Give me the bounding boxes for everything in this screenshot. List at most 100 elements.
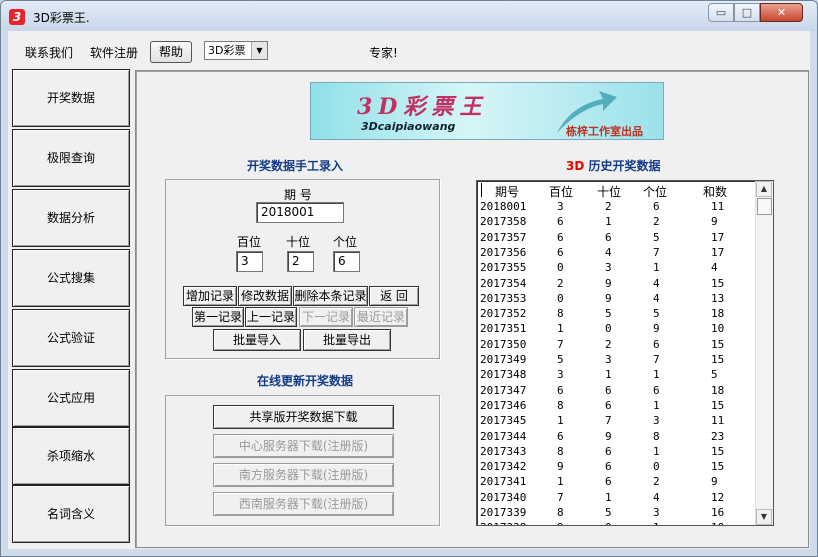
row-hundreds: 6 [557,245,564,259]
scroll-down-icon[interactable]: ▼ [756,509,772,525]
row-sum: 17 [711,245,725,259]
maximize-button[interactable]: □ [734,3,760,22]
table-row[interactable]: 2017356 6 4 7 17 [477,246,757,261]
table-row[interactable]: 2017348 3 1 1 5 [477,368,757,383]
text-caret [481,183,482,197]
hundreds-field[interactable]: 3 [236,251,263,272]
nav-formula-apply[interactable]: 公式应用 [12,369,130,427]
row-sum: 15 [711,398,725,412]
period-field[interactable]: 2018001 [256,202,344,223]
row-period: 2017355 [480,261,527,275]
row-hundreds: 8 [557,444,564,458]
minimize-icon: ▭ [715,6,727,19]
table-row[interactable]: 2017343 8 6 1 15 [477,445,757,460]
scroll-thumb[interactable] [757,198,772,215]
nav-filter-shrink[interactable]: 杀项缩水 [12,427,130,485]
southwest-server-download-button[interactable]: 西南服务器下载(注册版) [213,492,394,516]
nav-data-analysis[interactable]: 数据分析 [12,189,130,247]
row-period: 2017356 [480,245,527,259]
row-units: 2 [653,215,660,229]
row-units: 7 [653,245,660,259]
first-record-button[interactable]: 第一记录 [192,307,244,327]
row-hundreds: 1 [557,475,564,489]
prev-record-button[interactable]: 上一记录 [245,307,297,327]
history-title-suffix: 历史开奖数据 [588,159,661,173]
maximize-icon: □ [741,6,753,19]
row-sum: 18 [711,307,725,321]
delete-record-button[interactable]: 删除本条记录 [293,286,368,306]
row-hundreds: 5 [557,353,564,366]
table-row[interactable]: 2017344 6 9 8 23 [477,430,757,445]
add-record-button[interactable]: 增加记录 [183,286,237,306]
batch-import-button[interactable]: 批量导入 [213,329,301,351]
row-hundreds: 6 [557,230,564,244]
row-tens: 0 [605,322,612,336]
table-row[interactable]: 2017339 8 5 3 16 [477,506,757,521]
row-tens: 1 [605,490,612,504]
table-row[interactable]: 2017345 1 7 3 11 [477,414,757,429]
table-row[interactable]: 2017351 1 0 9 10 [477,322,757,337]
table-row[interactable]: 2018001 3 2 6 11 [477,200,757,215]
history-title-prefix: 3D [566,159,585,173]
row-period: 2017353 [480,291,527,305]
table-row[interactable]: 2017338 9 0 1 10 [477,521,757,525]
menu-software-register[interactable]: 软件注册 [90,44,138,61]
modify-data-button[interactable]: 修改数据 [238,286,292,306]
row-tens: 7 [605,414,612,428]
batch-export-button[interactable]: 批量导出 [303,329,391,351]
table-row[interactable]: 2017341 1 6 2 9 [477,475,757,490]
tens-field[interactable]: 2 [287,251,314,272]
nav-formula-verify[interactable]: 公式验证 [12,309,130,367]
table-row[interactable]: 2017354 2 9 4 15 [477,277,757,292]
row-sum: 12 [711,490,725,504]
row-units: 5 [653,230,660,244]
center-server-download-button[interactable]: 中心服务器下载(注册版) [213,434,394,458]
row-period: 2017340 [480,490,527,504]
table-row[interactable]: 2017350 7 2 6 15 [477,338,757,353]
units-field[interactable]: 6 [333,251,360,272]
row-units: 3 [653,506,660,519]
menu-contact-us[interactable]: 联系我们 [25,44,73,61]
row-sum: 16 [711,506,725,519]
col-units: 个位 [643,185,668,199]
row-tens: 2 [605,200,612,213]
help-button[interactable]: 帮助 [150,41,192,63]
table-row[interactable]: 2017358 6 1 2 9 [477,215,757,230]
table-row[interactable]: 2017353 0 9 4 13 [477,292,757,307]
history-scrollbar[interactable]: ▲ ▼ [755,181,773,525]
minimize-button[interactable]: ▭ [708,3,734,22]
row-hundreds: 1 [557,414,564,428]
close-button[interactable]: ✕ [760,3,803,22]
row-tens: 2 [605,337,612,351]
row-sum: 5 [711,368,718,382]
scroll-up-icon[interactable]: ▲ [756,181,772,197]
table-row[interactable]: 2017355 0 3 1 4 [477,261,757,276]
nav-limit-query[interactable]: 极限查询 [12,129,130,187]
table-row[interactable]: 2017347 6 6 6 18 [477,384,757,399]
nav-formula-collect[interactable]: 公式搜集 [12,249,130,307]
table-row[interactable]: 2017352 8 5 5 18 [477,307,757,322]
row-units: 5 [653,307,660,321]
table-row[interactable]: 2017349 5 3 7 15 [477,353,757,368]
chevron-down-icon[interactable]: ▼ [251,42,267,59]
table-row[interactable]: 2017357 6 6 5 17 [477,231,757,246]
shared-download-button[interactable]: 共享版开奖数据下载 [213,405,394,429]
lottery-type-select[interactable]: 3D彩票 ▼ [204,41,268,60]
table-row[interactable]: 2017342 9 6 0 15 [477,460,757,475]
table-row[interactable]: 2017346 8 6 1 15 [477,399,757,414]
row-units: 6 [653,200,660,213]
table-row[interactable]: 2017340 7 1 4 12 [477,491,757,506]
history-list[interactable]: 期号 百位 十位 个位 和数 2018001 3 2 6 11 2017358 6 1 2 9 20… [476,180,774,526]
latest-record-button[interactable]: 最近记录 [354,307,408,327]
nav-draw-data[interactable]: 开奖数据 [12,69,130,127]
back-button[interactable]: 返 回 [369,286,419,306]
row-sum: 15 [711,444,725,458]
row-period: 2017342 [480,460,527,474]
row-sum: 9 [711,215,718,229]
row-period: 2017341 [480,475,527,489]
row-units: 1 [653,368,660,382]
south-server-download-button[interactable]: 南方服务器下载(注册版) [213,463,394,487]
next-record-button[interactable]: 下一记录 [299,307,353,327]
lottery-type-value: 3D彩票 [208,44,246,57]
nav-glossary[interactable]: 名词含义 [12,485,130,543]
